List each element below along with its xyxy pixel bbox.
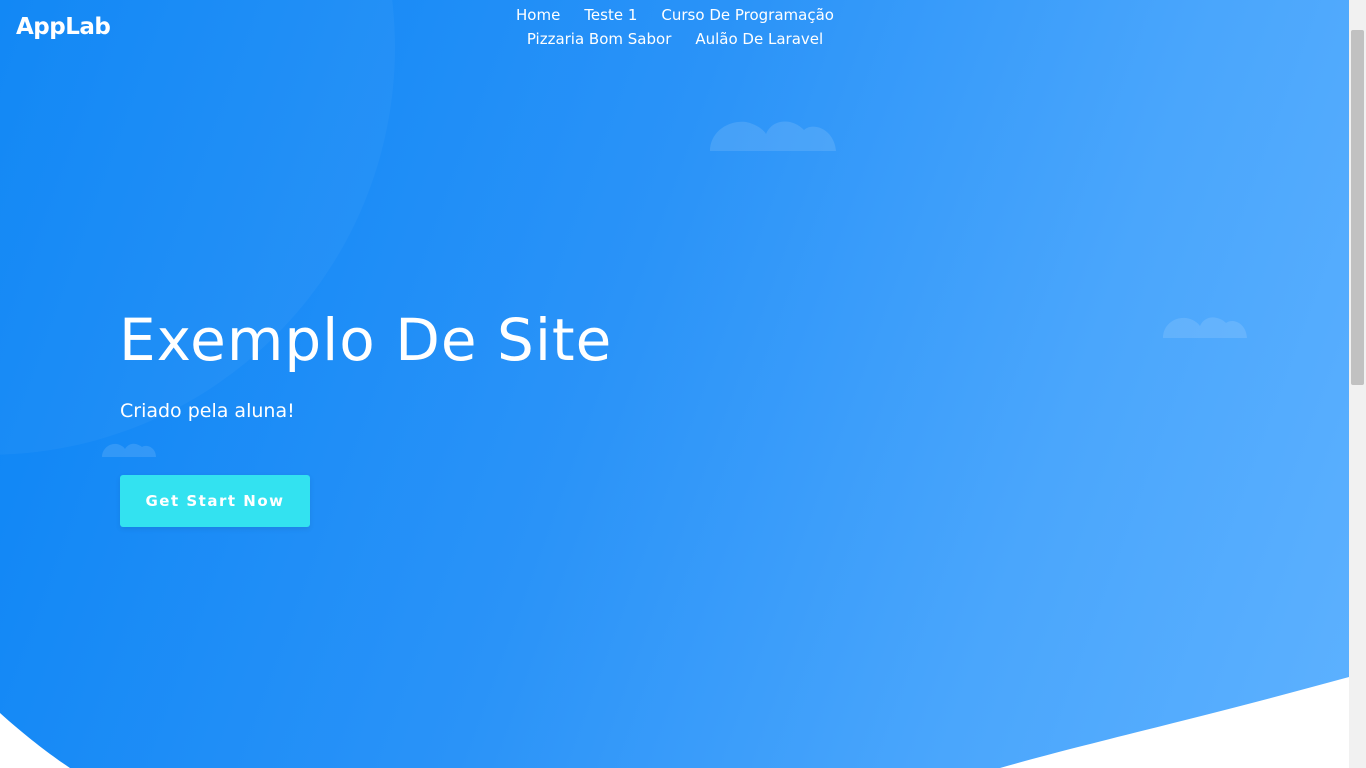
page-scrollbar[interactable] <box>1349 0 1366 768</box>
hero-section: AppLab Home Teste 1 Curso De Programação… <box>0 0 1349 768</box>
main-nav: Home Teste 1 Curso De Programação Pizzar… <box>420 5 930 49</box>
nav-item-home[interactable]: Home <box>504 5 572 25</box>
scrollbar-thumb[interactable] <box>1351 30 1364 385</box>
nav-item-teste-1[interactable]: Teste 1 <box>572 5 649 25</box>
bottom-wave <box>0 677 1349 768</box>
brand-logo[interactable]: AppLab <box>16 14 111 40</box>
page: AppLab Home Teste 1 Curso De Programação… <box>0 0 1366 768</box>
get-start-now-button[interactable]: Get Start Now <box>120 475 310 527</box>
hero-title: Exemplo De Site <box>119 306 613 374</box>
nav-item-pizzaria-bom-sabor[interactable]: Pizzaria Bom Sabor <box>515 29 684 49</box>
nav-item-curso-de-programacao[interactable]: Curso De Programação <box>649 5 846 25</box>
hero-subtitle: Criado pela aluna! <box>120 400 295 422</box>
nav-item-aulao-de-laravel[interactable]: Aulão De Laravel <box>683 29 835 49</box>
